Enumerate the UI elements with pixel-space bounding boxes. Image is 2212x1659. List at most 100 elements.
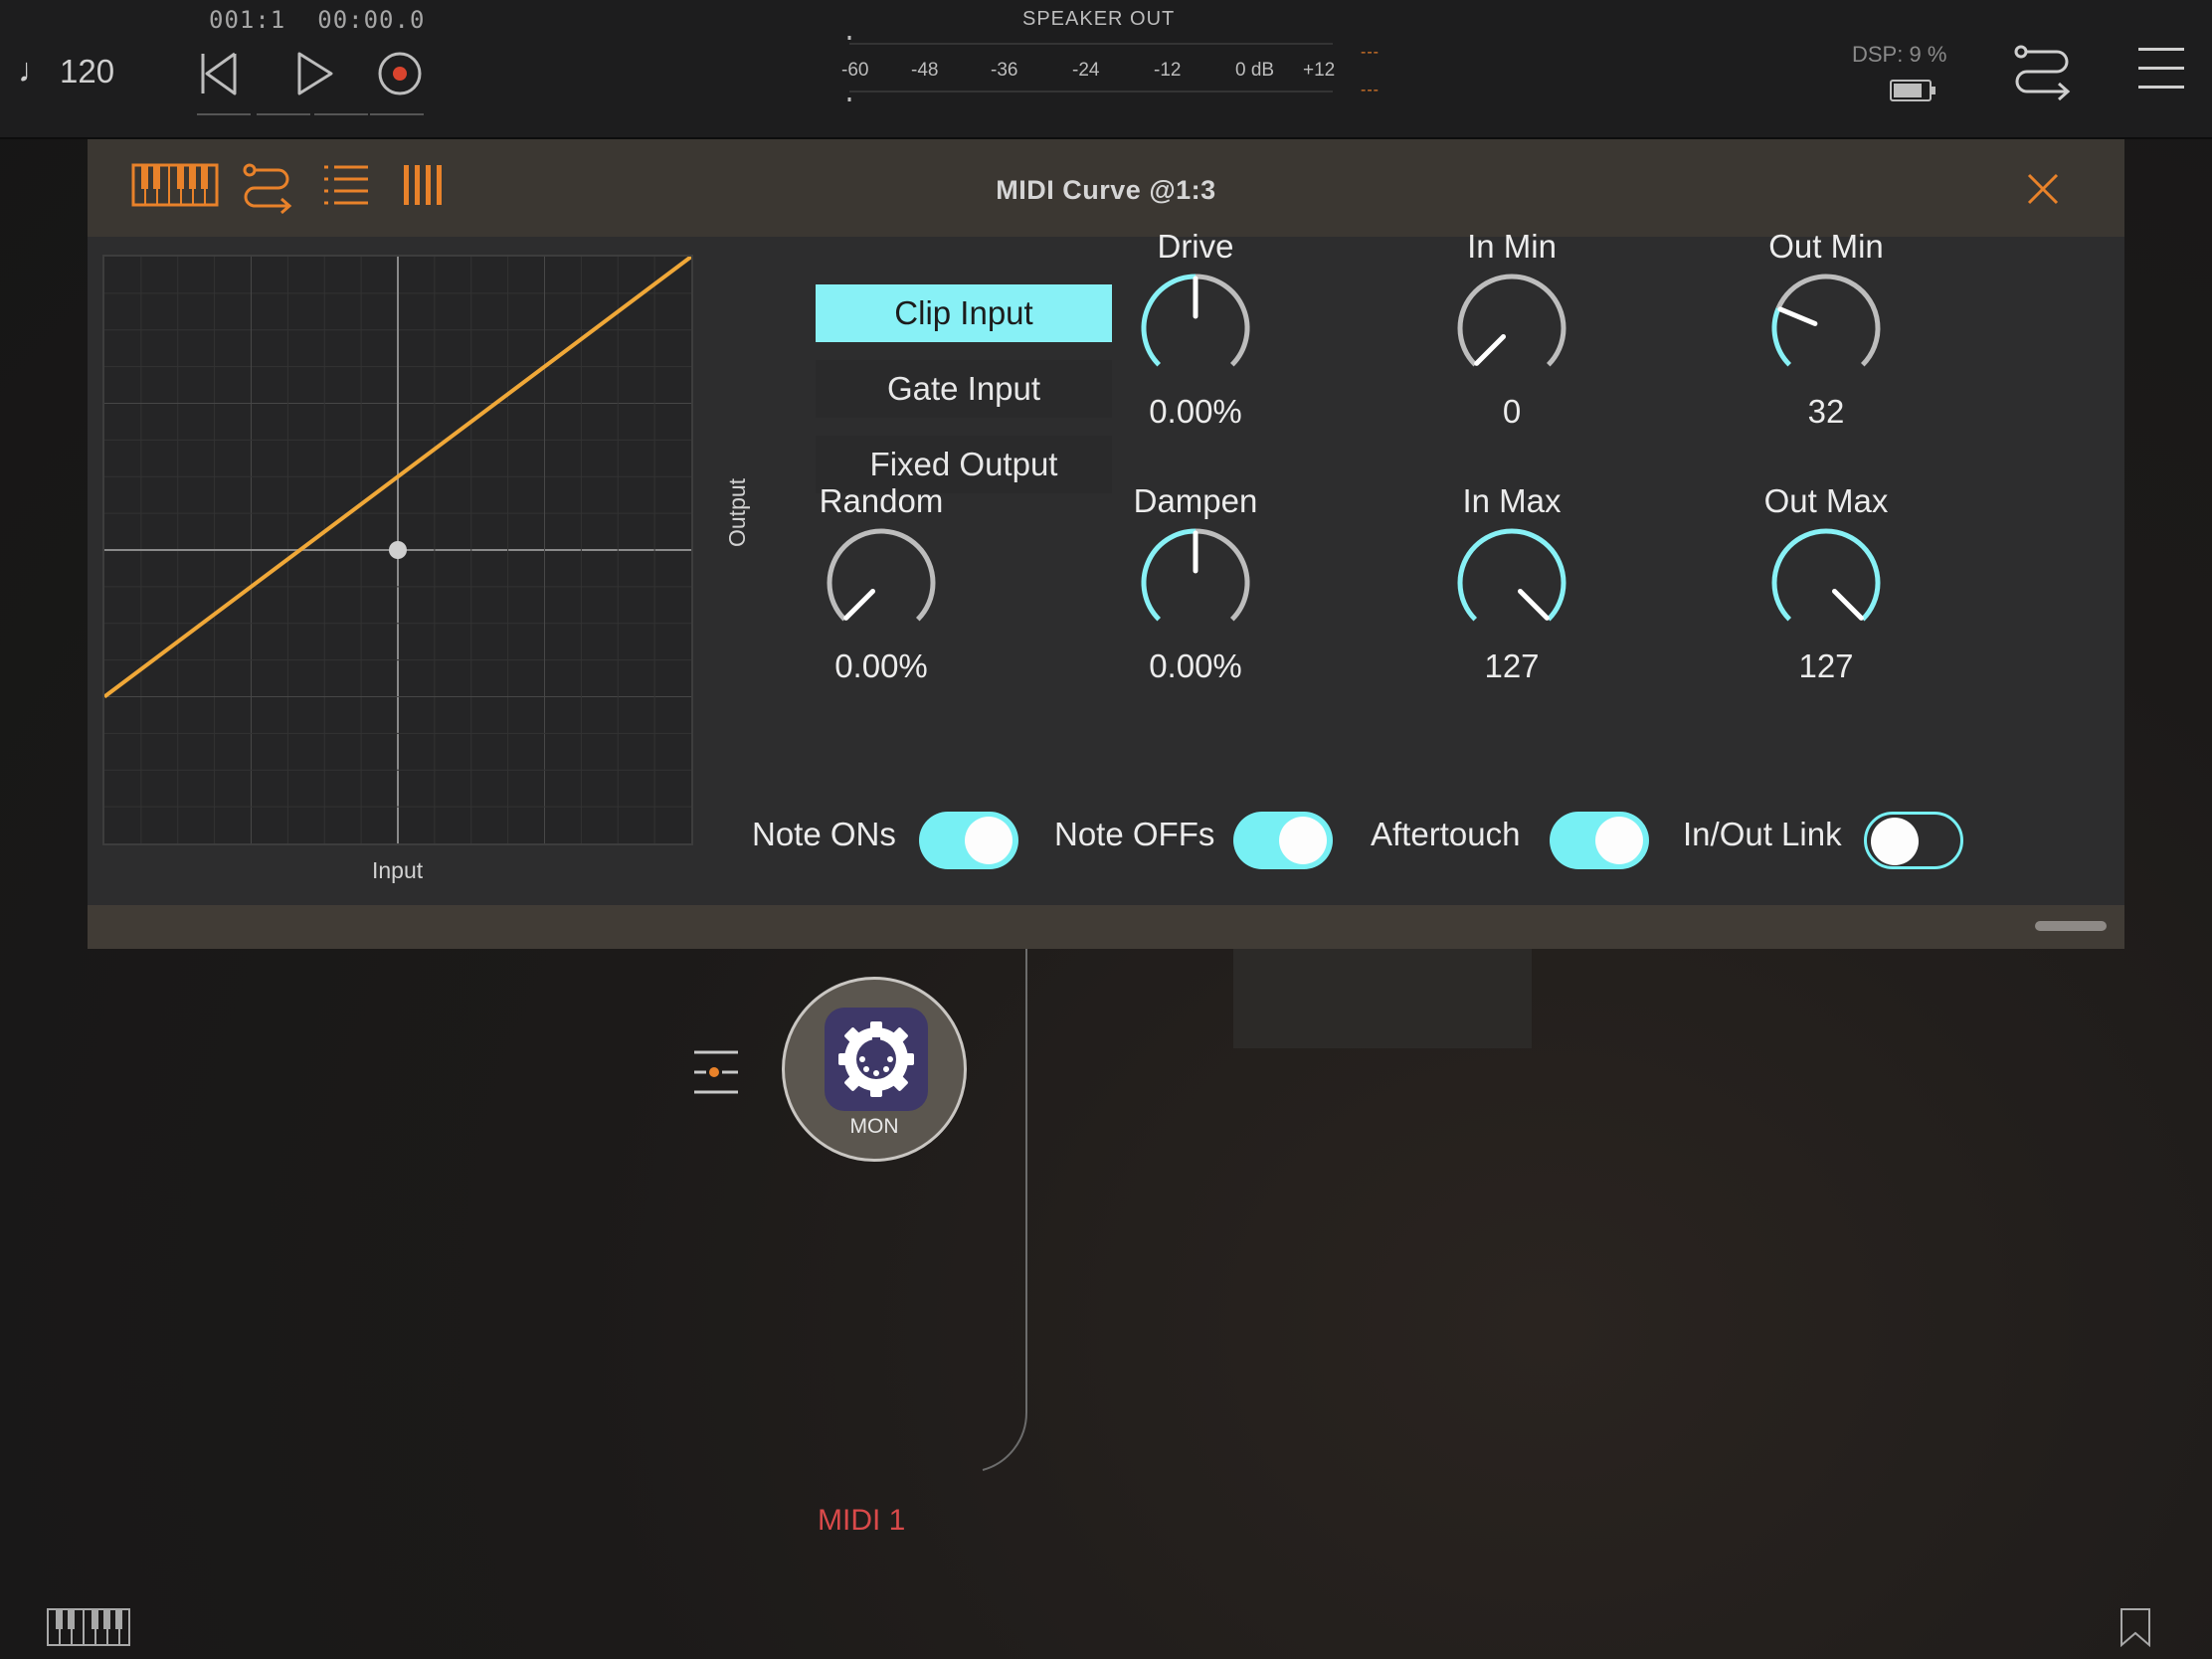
meter-label: -60 — [841, 60, 869, 81]
routing-icon — [2014, 45, 2071, 101]
bookmark-button[interactable] — [2119, 1607, 2152, 1652]
midi-gear-icon — [825, 1008, 928, 1111]
rewind-icon — [201, 52, 237, 95]
dsp-readout: DSP: 9 % — [1852, 42, 1946, 68]
toggle-label-inout-link: In/Out Link — [1683, 816, 1842, 852]
knob-dial-icon — [1457, 528, 1567, 622]
knob-pointer — [1831, 588, 1864, 621]
meter-label: -36 — [991, 60, 1018, 81]
node-settings-button[interactable] — [692, 1048, 740, 1101]
transport-underline — [197, 113, 251, 115]
record-icon — [378, 52, 422, 95]
battery-icon — [1890, 80, 1936, 101]
meter-label: +12 — [1303, 60, 1336, 81]
toggle-label-note-ons: Note ONs — [752, 816, 896, 852]
knob-arc — [1195, 528, 1250, 622]
knob-arc — [1141, 528, 1197, 622]
knob-pointer — [843, 588, 876, 621]
knob-in-min[interactable]: In Min 0 — [1412, 225, 1611, 434]
transport-underline — [257, 113, 310, 115]
knob-arc — [1457, 274, 1567, 367]
play-button[interactable] — [284, 48, 344, 99]
tempo-value: 120 — [60, 52, 115, 90]
note-icon: ♩ — [18, 52, 52, 90]
routing-button[interactable] — [2013, 44, 2073, 108]
knob-arc — [1141, 274, 1197, 367]
note-ons-toggle[interactable] — [919, 812, 1018, 869]
knob-pointer — [1517, 588, 1550, 621]
position-time: 00:00.0 — [317, 6, 426, 34]
plugin-panel: MIDI Curve @1:3 Input Output Clip Input … — [88, 139, 2124, 949]
position-display: 001:1 00:00.0 — [209, 6, 457, 34]
knob-arc — [1775, 274, 1881, 367]
knob-arc — [1771, 528, 1881, 622]
sliders-icon — [694, 1050, 738, 1094]
knob-dial-icon — [1141, 274, 1250, 367]
rewind-button[interactable] — [189, 48, 249, 99]
knob-value: 127 — [1484, 647, 1540, 684]
meter-peak-top: --- — [1361, 44, 1380, 61]
bus-label[interactable]: MIDI 1 — [818, 1504, 905, 1538]
note-offs-toggle[interactable] — [1233, 812, 1333, 869]
toggle-label-note-offs: Note OFFs — [1054, 816, 1215, 852]
knob-out-max[interactable]: Out Max 127 — [1727, 479, 1926, 688]
graph-ylabel: Output — [724, 477, 750, 547]
knob-out-min[interactable]: Out Min 32 — [1727, 225, 1926, 434]
resize-grip[interactable] — [2035, 921, 2107, 931]
knob-arc — [1771, 307, 1792, 367]
transport-underline — [370, 113, 424, 115]
node-label: MON — [849, 1115, 899, 1138]
top-bar: ♩ 120 001:1 00:00.0 SPEAKER OUT -60 -48 -… — [0, 0, 2212, 139]
knob-value: 0 — [1502, 393, 1522, 430]
clip-input-button[interactable]: Clip Input — [816, 284, 1112, 342]
knob-arc — [827, 528, 936, 622]
keyboard-icon — [47, 1608, 130, 1646]
knob-drive[interactable]: Drive 0.00% — [1096, 225, 1295, 434]
dsp-value: 9 % — [1909, 42, 1947, 67]
knob-pointer — [1474, 333, 1507, 366]
bookmark-icon — [2120, 1608, 2150, 1648]
knob-dial-icon — [1141, 528, 1250, 622]
toggle-thumb — [1595, 817, 1643, 864]
keyboard-toggle-button[interactable] — [46, 1607, 131, 1652]
close-button[interactable] — [2025, 171, 2061, 207]
knob-in-max[interactable]: In Max 127 — [1412, 479, 1611, 688]
gate-input-button[interactable]: Gate Input — [816, 360, 1112, 418]
knob-dial-icon — [1771, 274, 1881, 367]
toggle-thumb — [1279, 817, 1327, 864]
knob-label: In Min — [1467, 228, 1557, 265]
knob-dial-icon — [827, 528, 936, 622]
toggle-label-aftertouch: Aftertouch — [1371, 816, 1521, 852]
knob-dial-icon — [1457, 274, 1567, 367]
curve-graph[interactable] — [102, 255, 693, 845]
output-meter: -60 -48 -36 -24 -12 0 dB +12 — [841, 34, 1339, 103]
inout-link-toggle[interactable] — [1864, 812, 1963, 869]
panel-header: MIDI Curve @1:3 — [88, 139, 2124, 237]
knob-label: Out Min — [1768, 228, 1884, 265]
midi-monitor-node[interactable]: MON — [782, 977, 967, 1162]
panel-title: MIDI Curve @1:3 — [996, 175, 1216, 205]
meter-label: -48 — [911, 60, 939, 81]
knob-value: 0.00% — [1149, 393, 1242, 430]
meter-title: SPEAKER OUT — [1022, 8, 1176, 30]
knob-random[interactable]: Random 0.00% — [782, 479, 981, 688]
knob-value: 0.00% — [834, 647, 928, 684]
position-bars: 001:1 — [209, 6, 286, 34]
knob-label: In Max — [1462, 482, 1562, 519]
panel-footer — [88, 905, 2124, 949]
knob-value: 0.00% — [1149, 647, 1242, 684]
record-button[interactable] — [370, 48, 430, 99]
toggle-thumb — [1871, 818, 1919, 865]
tempo-display[interactable]: ♩ 120 — [18, 52, 114, 91]
graph-xlabel: Input — [372, 857, 424, 883]
play-icon — [297, 52, 333, 95]
meter-peak-bottom: --- — [1361, 82, 1380, 98]
toggle-thumb — [965, 817, 1013, 864]
knob-dial-icon — [1771, 528, 1881, 622]
aftertouch-toggle[interactable] — [1550, 812, 1649, 869]
knob-arc — [1457, 528, 1567, 622]
meter-label: -12 — [1154, 60, 1182, 81]
menu-icon[interactable] — [2138, 48, 2184, 95]
meter-label: -24 — [1072, 60, 1100, 81]
knob-dampen[interactable]: Dampen 0.00% — [1096, 479, 1295, 688]
